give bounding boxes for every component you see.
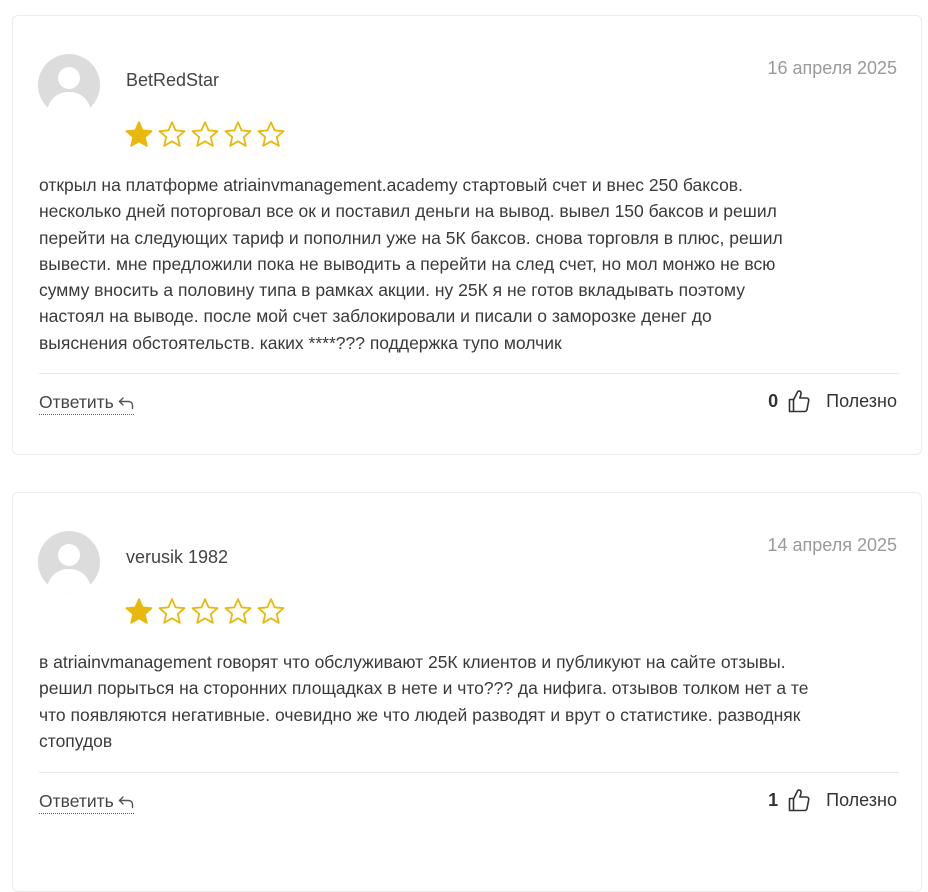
- avatar: [38, 54, 100, 116]
- user-silhouette-icon: [46, 544, 92, 593]
- helpful-block: 0 Полезно: [768, 389, 897, 413]
- star-outline-icon: [191, 121, 219, 147]
- reply-label: Ответить: [39, 392, 114, 412]
- helpful-label: Полезно: [826, 390, 897, 411]
- review-author: BetRedStar: [126, 70, 220, 90]
- review-card: BetRedStar 16 апреля 2025 открыл на плат…: [12, 15, 922, 455]
- review-author: verusik 1982: [126, 547, 229, 567]
- star-outline-icon: [191, 598, 219, 624]
- star-outline-icon: [224, 121, 252, 147]
- star-rating: [124, 120, 286, 150]
- star-rating: [124, 597, 286, 627]
- star-filled-icon: [125, 121, 153, 147]
- star-outline-icon: [257, 121, 285, 147]
- divider: [39, 373, 899, 374]
- star-outline-icon: [158, 598, 186, 624]
- review-date: 14 апреля 2025: [767, 535, 898, 555]
- helpful-block: 1 Полезно: [768, 788, 897, 812]
- star-outline-icon: [158, 121, 186, 147]
- thumbs-up-icon[interactable]: [788, 788, 810, 812]
- review-text: открыл на платформе atriainvmanagement.a…: [39, 175, 783, 353]
- reply-arrow-icon: [118, 795, 134, 808]
- helpful-count: 0: [768, 390, 779, 411]
- reply-label: Ответить: [39, 791, 114, 811]
- avatar: [38, 531, 100, 593]
- star-outline-icon: [224, 598, 252, 624]
- reply-button[interactable]: Ответить: [39, 791, 134, 814]
- reply-arrow-icon: [118, 396, 134, 409]
- divider: [39, 772, 899, 773]
- reply-button[interactable]: Ответить: [39, 392, 134, 415]
- review-date: 16 апреля 2025: [767, 58, 898, 78]
- thumbs-up-icon[interactable]: [788, 389, 810, 413]
- star-filled-icon: [125, 598, 153, 624]
- review-card: verusik 1982 14 апреля 2025 в atriainvma…: [12, 492, 922, 892]
- helpful-count: 1: [768, 789, 779, 810]
- user-silhouette-icon: [46, 67, 92, 116]
- helpful-label: Полезно: [826, 789, 897, 810]
- star-outline-icon: [257, 598, 285, 624]
- review-text: в atriainvmanagement говорят что обслужи…: [39, 652, 809, 751]
